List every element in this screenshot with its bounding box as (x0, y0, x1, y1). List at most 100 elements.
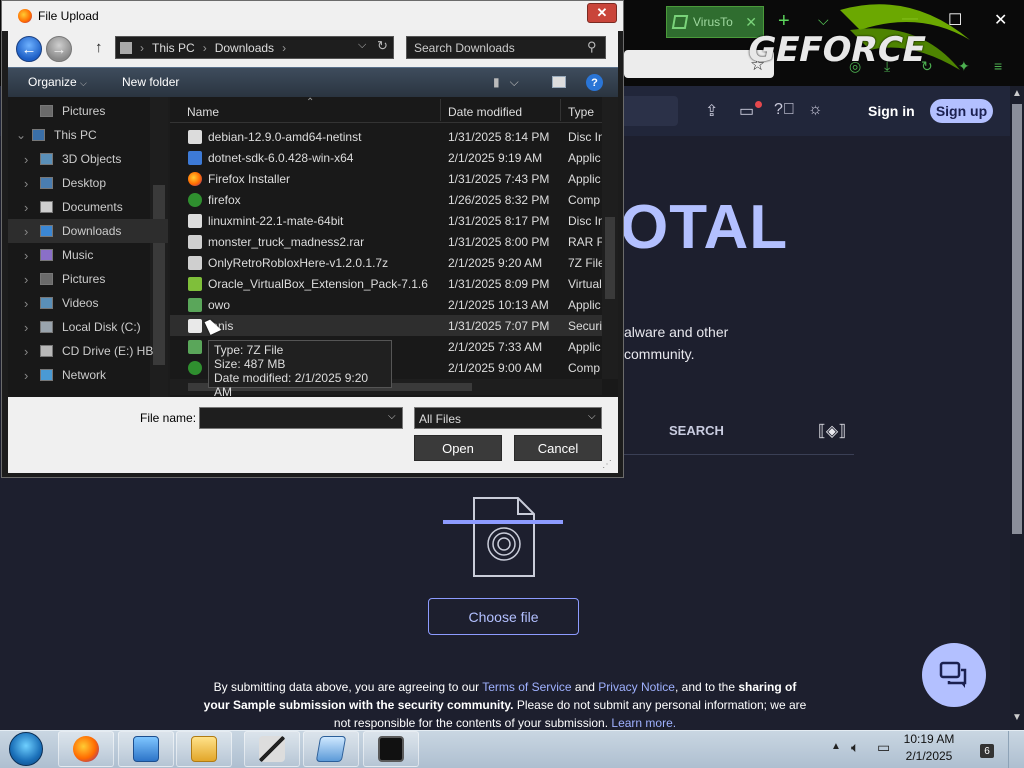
menu-icon[interactable]: ≡ (994, 58, 1002, 74)
upload-icon[interactable]: ⇪ (705, 101, 718, 121)
open-button[interactable]: Open (414, 435, 502, 461)
tab-search[interactable]: SEARCH (669, 423, 724, 438)
learn-more-link[interactable]: Learn more. (611, 716, 676, 730)
file-row[interactable]: monster_truck_madness2.rar 1/31/2025 8:00… (170, 231, 602, 252)
chevron-right-icon[interactable]: › (24, 176, 28, 191)
scroll-up-arrow-icon[interactable]: ▲ (1010, 88, 1024, 99)
file-type-filter[interactable]: All Files (414, 407, 602, 429)
file-row[interactable]: Oracle_VirtualBox_Extension_Pack-7.1.6 1/… (170, 273, 602, 294)
scrollbar-thumb[interactable] (605, 217, 615, 299)
file-row[interactable]: tanis 1/31/2025 7:07 PM Securit (170, 315, 602, 336)
nav-item[interactable]: › Videos (8, 291, 168, 315)
chevron-right-icon[interactable]: › (24, 248, 28, 263)
file-list-scrollbar[interactable] (602, 97, 618, 379)
chevron-down-icon[interactable]: ⌵ (388, 411, 396, 422)
column-name[interactable]: Name (187, 105, 219, 119)
scroll-down-arrow-icon[interactable]: ▼ (1010, 712, 1024, 723)
terms-of-service-link[interactable]: Terms of Service (482, 680, 571, 694)
organize-button[interactable]: Organize ⌵ (28, 75, 87, 89)
nav-item[interactable]: › Documents (8, 195, 168, 219)
chevron-right-icon[interactable]: › (24, 224, 28, 239)
forward-button[interactable]: → (46, 36, 72, 62)
help-icon[interactable]: ?⃝ (774, 101, 795, 119)
taskbar-computer[interactable] (118, 731, 174, 767)
file-name-input[interactable] (199, 407, 403, 429)
chevron-down-icon[interactable]: ⌄ (16, 128, 26, 142)
chevron-down-icon[interactable]: ⌵ (358, 39, 366, 52)
file-row[interactable]: dotnet-sdk-6.0.428-win-x64 2/1/2025 9:19 … (170, 147, 602, 168)
column-divider[interactable] (440, 99, 441, 121)
file-row[interactable]: firefox 1/26/2025 8:32 PM Comp (170, 189, 602, 210)
download-icon[interactable]: ⤓ (884, 58, 890, 75)
nav-item[interactable]: › Network (8, 363, 168, 387)
chevron-right-icon[interactable]: › (24, 368, 28, 383)
folder-breadcrumb[interactable]: › This PC › Downloads › (115, 36, 394, 59)
clock-time[interactable]: 10:19 AM (902, 732, 956, 746)
chevron-right-icon[interactable]: › (24, 200, 28, 215)
scrollbar-thumb[interactable] (1012, 104, 1022, 534)
chevron-right-icon[interactable]: › (24, 152, 28, 167)
nav-item[interactable]: › Desktop (8, 171, 168, 195)
show-desktop-button[interactable] (1008, 731, 1024, 768)
new-folder-button[interactable]: New folder (122, 75, 179, 89)
taskbar-file-explorer[interactable] (176, 731, 232, 767)
taskbar-terminal[interactable] (363, 731, 419, 767)
chevron-down-icon[interactable]: ⌵ (588, 411, 596, 422)
refresh-icon[interactable]: ↻ (377, 38, 388, 54)
start-button[interactable] (6, 731, 46, 767)
nav-item[interactable]: › CD Drive (E:) HB (8, 339, 168, 363)
file-row[interactable]: linuxmint-22.1-mate-64bit 1/31/2025 8:17 … (170, 210, 602, 231)
view-options-icon[interactable]: ▮ ⌵ (493, 75, 519, 90)
chevron-right-icon[interactable]: › (140, 41, 144, 55)
theme-sun-icon[interactable]: ☼ (808, 101, 823, 119)
extension-icon[interactable]: ↻ (921, 58, 933, 75)
nav-item[interactable]: › Local Disk (C:) (8, 315, 168, 339)
file-row[interactable]: owo 2/1/2025 10:13 AM Applic (170, 294, 602, 315)
breadcrumb-item[interactable]: Downloads (215, 41, 274, 55)
volume-icon[interactable]: 🔈︎ (851, 739, 859, 756)
file-row[interactable]: Firefox Installer 1/31/2025 7:43 PM Applic (170, 168, 602, 189)
back-button[interactable]: ← (16, 36, 42, 62)
chevron-right-icon[interactable]: › (24, 344, 28, 359)
dialog-close-button[interactable]: ✕ (587, 3, 617, 23)
extension-icon[interactable]: ◎ (849, 58, 861, 75)
show-hidden-icons-icon[interactable]: ▲ (831, 741, 841, 752)
nav-item[interactable]: Pictures (8, 99, 168, 123)
nav-item[interactable]: › 3D Objects (8, 147, 168, 171)
cancel-button[interactable]: Cancel (514, 435, 602, 461)
taskbar-virtualbox[interactable] (303, 731, 359, 767)
up-arrow-icon[interactable]: ↑ (95, 39, 103, 56)
tab-close-icon[interactable]: ✕ (745, 14, 757, 31)
choose-file-button[interactable]: Choose file (428, 598, 579, 635)
column-divider[interactable] (560, 99, 561, 121)
preview-pane-icon[interactable] (552, 76, 566, 88)
search-icon[interactable]: ⚲ (587, 39, 597, 55)
column-date-modified[interactable]: Date modified (448, 105, 522, 119)
nav-item[interactable]: › Downloads (8, 219, 168, 243)
nav-item[interactable]: › Pictures (8, 267, 168, 291)
chevron-right-icon[interactable]: › (24, 272, 28, 287)
network-icon[interactable]: ▭ (877, 739, 890, 756)
file-row[interactable]: debian-12.9.0-amd64-netinst 1/31/2025 8:1… (170, 126, 602, 147)
nav-item[interactable]: › Music (8, 243, 168, 267)
help-icon[interactable]: ? (586, 74, 603, 91)
sign-up-button[interactable]: Sign up (930, 99, 993, 123)
chevron-right-icon[interactable]: › (24, 296, 28, 311)
action-center-button[interactable]: 6 (972, 740, 994, 758)
taskbar-firefox[interactable] (58, 731, 114, 767)
chevron-right-icon[interactable]: › (203, 41, 207, 55)
chat-icon[interactable]: ▭ (739, 101, 754, 121)
tab-virustotal[interactable]: VirusTo ✕ (666, 6, 764, 38)
puzzle-icon[interactable]: ✦ (958, 58, 970, 75)
close-icon[interactable]: ✕ (994, 10, 1007, 30)
column-type[interactable]: Type (568, 105, 594, 119)
chat-support-button[interactable] (922, 643, 986, 707)
breadcrumb-item[interactable]: This PC (152, 41, 195, 55)
search-input[interactable]: Search Downloads (406, 36, 606, 59)
page-scrollbar[interactable] (1010, 86, 1024, 730)
resize-grip-icon[interactable]: ⋰ (602, 459, 616, 473)
privacy-notice-link[interactable]: Privacy Notice (598, 680, 675, 694)
sign-in-link[interactable]: Sign in (868, 103, 915, 119)
vt-intelligence-icon[interactable]: ⟦◈⟧ (818, 421, 846, 441)
file-row[interactable]: OnlyRetroRobloxHere-v1.2.0.1.7z 2/1/2025 … (170, 252, 602, 273)
